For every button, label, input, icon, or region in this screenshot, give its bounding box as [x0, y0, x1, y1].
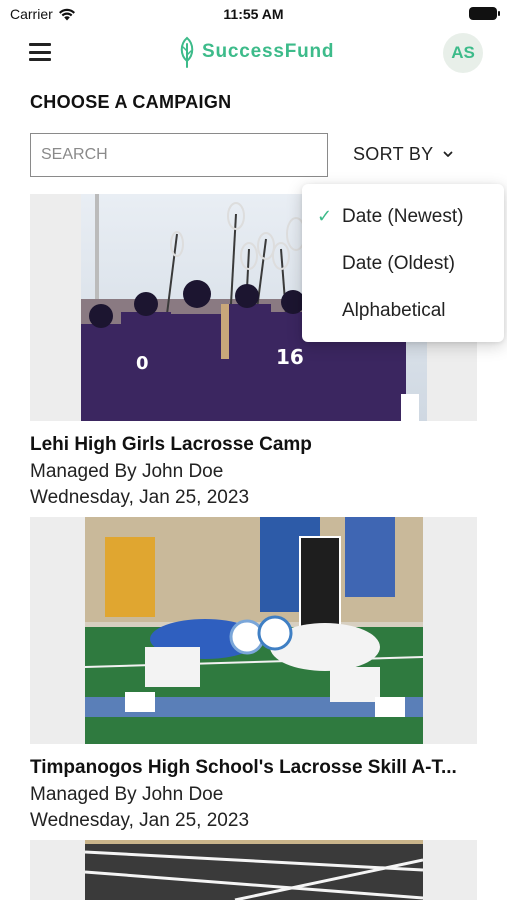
- brand-logo: SuccessFund: [178, 36, 334, 68]
- menu-icon-line: [29, 50, 51, 54]
- campaign-image: [30, 840, 477, 900]
- campaign-date: Wednesday, Jan 25, 2023: [30, 810, 250, 831]
- sort-option-alphabetical[interactable]: Alphabetical: [302, 289, 504, 333]
- campaign-title: Timpanogos High School's Lacrosse Skill …: [30, 757, 457, 778]
- leaf-icon: [180, 36, 194, 68]
- menu-icon-line: [29, 58, 51, 61]
- campaign-image: [30, 517, 477, 744]
- lacrosse-faceoff-image: [85, 517, 423, 744]
- battery-icon: [469, 7, 500, 20]
- sort-option-label: Date (Newest): [342, 206, 464, 227]
- campaign-manager: Managed By John Doe: [30, 461, 224, 482]
- nav-bar: SuccessFund AS: [0, 30, 507, 76]
- svg-text:0: 0: [136, 353, 149, 374]
- checkmark-icon: ✓: [317, 206, 333, 226]
- clock: 11:55 AM: [223, 6, 284, 22]
- svg-text:16: 16: [276, 345, 304, 369]
- campaign-card[interactable]: Timpanogos High School's Lacrosse Skill …: [30, 517, 477, 835]
- campaign-card[interactable]: [30, 840, 477, 900]
- menu-button[interactable]: [29, 43, 51, 61]
- sort-option-date-oldest[interactable]: Date (Oldest): [302, 242, 504, 286]
- sort-option-date-newest[interactable]: ✓ Date (Newest): [302, 195, 504, 239]
- campaign-manager: Managed By John Doe: [30, 784, 224, 805]
- campaign-date: Wednesday, Jan 25, 2023: [30, 487, 250, 508]
- sort-option-label: Date (Oldest): [342, 253, 455, 274]
- campaign-photo: [85, 517, 423, 744]
- search-input[interactable]: [30, 133, 328, 177]
- user-avatar[interactable]: AS: [443, 33, 483, 73]
- sort-option-label: Alphabetical: [342, 300, 446, 321]
- campaign-title: Lehi High Girls Lacrosse Camp: [30, 434, 312, 455]
- menu-icon-line: [29, 43, 51, 46]
- sort-dropdown-menu: ✓ Date (Newest) Date (Oldest) Alphabetic…: [302, 184, 504, 342]
- page-title: CHOOSE A CAMPAIGN: [30, 92, 232, 112]
- track-image: [85, 840, 423, 900]
- status-bar: Carrier 11:55 AM: [0, 0, 507, 28]
- campaign-photo: [85, 840, 423, 900]
- chevron-down-icon: [444, 151, 453, 157]
- brand-name: SuccessFund: [202, 41, 335, 62]
- sort-by-button[interactable]: SORT BY: [353, 144, 453, 165]
- sort-by-label: SORT BY: [353, 144, 434, 164]
